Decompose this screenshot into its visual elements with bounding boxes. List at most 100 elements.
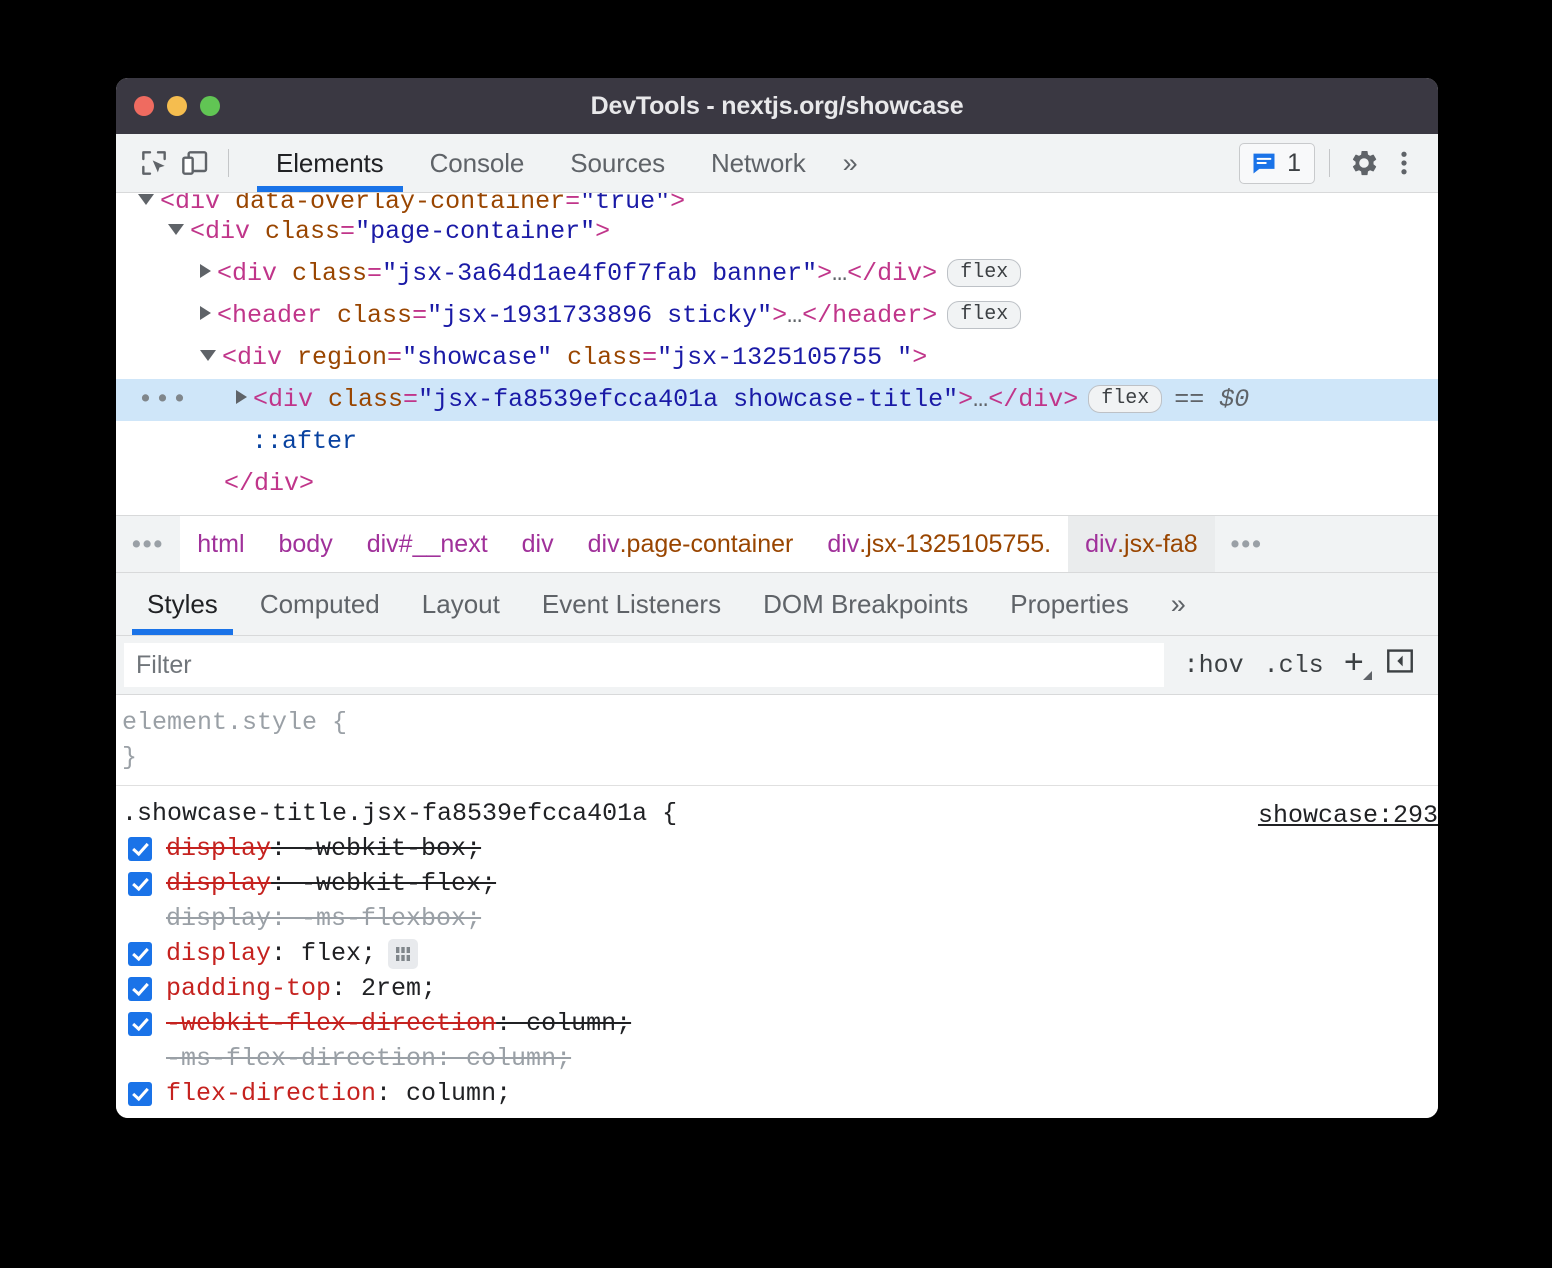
hov-button[interactable]: :hov	[1174, 651, 1254, 680]
gear-icon[interactable]	[1344, 143, 1384, 183]
css-rule-selector[interactable]: .showcase-title.jsx-fa8539efcca401a {	[122, 796, 1438, 831]
flex-badge[interactable]: flex	[947, 259, 1021, 287]
breadcrumb-item-0[interactable]: html	[180, 516, 261, 572]
stylesheet-source-link[interactable]: showcase:293	[1258, 798, 1438, 833]
tab-sources[interactable]: Sources	[547, 134, 688, 192]
css-declaration[interactable]: display: -webkit-box;	[122, 831, 1438, 866]
expand-arrow-right-icon[interactable]	[200, 306, 211, 320]
css-property-value[interactable]: : -ms-flexbox;	[271, 901, 481, 936]
css-rule[interactable]: .showcase-title.jsx-fa8539efcca401a { sh…	[116, 786, 1438, 1118]
three-dot-menu-icon[interactable]	[1384, 143, 1424, 183]
dom-node-row[interactable]: <div data-overlay-container="true">	[116, 193, 1438, 211]
css-declaration[interactable]: flex-direction: column;	[122, 1076, 1438, 1111]
breadcrumb[interactable]: •••htmlbodydiv#__nextdivdiv.page-contain…	[116, 516, 1438, 573]
tab-properties[interactable]: Properties	[989, 573, 1150, 635]
dom-node-row[interactable]: <header class="jsx-1931733896 sticky">…<…	[116, 295, 1438, 337]
css-property-name[interactable]: -webkit-flex-direction	[166, 1006, 496, 1041]
tab-dom-breakpoints[interactable]: DOM Breakpoints	[742, 573, 989, 635]
dom-token-plain: =	[412, 301, 427, 330]
breadcrumb-item-1[interactable]: body	[262, 516, 350, 572]
css-declaration[interactable]: display: -webkit-flex;	[122, 866, 1438, 901]
more-sidebar-tabs-icon[interactable]: »	[1150, 573, 1207, 635]
more-tabs-icon[interactable]: »	[829, 148, 872, 179]
css-property-name[interactable]: -ms-flex-direction	[166, 1041, 436, 1076]
css-property-value[interactable]: : column;	[496, 1006, 631, 1041]
expand-arrow-right-icon[interactable]	[236, 390, 247, 404]
tab-console[interactable]: Console	[407, 134, 548, 192]
breadcrumb-item-2[interactable]: div#__next	[350, 516, 505, 572]
breadcrumb-item-3[interactable]: div	[505, 516, 571, 572]
css-declaration[interactable]: display: flex;	[122, 936, 1438, 971]
declaration-enabled-checkbox[interactable]	[128, 977, 152, 1001]
plus-dropdown-arrow-icon	[1363, 671, 1372, 680]
dom-node-row[interactable]: ::after	[116, 421, 1438, 463]
css-property-value[interactable]: : column;	[376, 1076, 511, 1111]
dom-node-row[interactable]: </div>	[116, 463, 1438, 505]
element-style-rule[interactable]: element.style { }	[116, 695, 1438, 786]
dom-node-row[interactable]: <div class="page-container">	[116, 211, 1438, 253]
console-messages-button[interactable]: 1	[1239, 143, 1315, 184]
inspect-element-icon[interactable]	[134, 143, 174, 183]
declaration-enabled-checkbox[interactable]	[128, 907, 152, 931]
declaration-enabled-checkbox[interactable]	[128, 942, 152, 966]
breadcrumb-item-5[interactable]: div.jsx-1325105755.	[810, 516, 1068, 572]
breadcrumb-tag: div	[1085, 530, 1117, 559]
declaration-enabled-checkbox[interactable]	[128, 872, 152, 896]
css-property-name[interactable]: display	[166, 866, 271, 901]
dom-node-row[interactable]: <div region="showcase" class="jsx-132510…	[116, 337, 1438, 379]
dom-token-tag: >	[817, 259, 832, 288]
search-input[interactable]	[124, 643, 1164, 687]
css-declaration[interactable]: -ms-flex-direction: column;	[122, 1041, 1438, 1076]
css-declaration[interactable]: display: -ms-flexbox;	[122, 901, 1438, 936]
breadcrumb-item-4[interactable]: div.page-container	[571, 516, 811, 572]
tab-elements[interactable]: Elements	[253, 134, 407, 192]
css-property-value[interactable]: : 2rem;	[331, 971, 436, 1006]
declaration-list: display: -webkit-box;display: -webkit-fl…	[122, 831, 1438, 1111]
breadcrumb-item-6[interactable]: div.jsx-fa8	[1068, 516, 1215, 572]
cls-button[interactable]: .cls	[1254, 651, 1334, 680]
dom-token-val: "showcase"	[402, 343, 552, 372]
css-declaration[interactable]: padding-top: 2rem;	[122, 971, 1438, 1006]
dom-row-actions-icon[interactable]: •••	[138, 379, 189, 421]
css-declaration[interactable]: -webkit-flex-direction: column;	[122, 1006, 1438, 1041]
css-property-name[interactable]: display	[166, 901, 271, 936]
tab-styles[interactable]: Styles	[126, 573, 239, 635]
dom-token-plain: =	[367, 259, 382, 288]
dom-token-attr: class	[328, 385, 403, 414]
dom-tree[interactable]: <div data-overlay-container="true"><div …	[116, 193, 1438, 516]
expand-arrow-right-icon[interactable]	[200, 264, 211, 278]
new-style-rule-button[interactable]: +	[1334, 646, 1374, 684]
dom-node-row-selected[interactable]: •••<div class="jsx-fa8539efcca401a showc…	[116, 379, 1438, 421]
device-toolbar-icon[interactable]	[174, 143, 214, 183]
expand-arrow-down-icon[interactable]	[138, 194, 154, 205]
flex-badge[interactable]: flex	[1088, 385, 1162, 413]
declaration-enabled-checkbox[interactable]	[128, 1047, 152, 1071]
declaration-enabled-checkbox[interactable]	[128, 1012, 152, 1036]
styles-pane: element.style { } .showcase-title.jsx-fa…	[116, 695, 1438, 1118]
css-property-value[interactable]: : -webkit-box;	[271, 831, 481, 866]
expand-arrow-down-icon[interactable]	[200, 350, 216, 361]
dom-node-row[interactable]: <div class="jsx-3a64d1ae4f0f7fab banner"…	[116, 253, 1438, 295]
css-property-value[interactable]: : flex;	[271, 936, 376, 971]
sidebar-tabs[interactable]: StylesComputedLayoutEvent ListenersDOM B…	[116, 573, 1438, 636]
flex-badge[interactable]: flex	[947, 301, 1021, 329]
css-property-value[interactable]: : column;	[436, 1041, 571, 1076]
toggle-sidebar-icon[interactable]	[1374, 645, 1426, 685]
tab-computed[interactable]: Computed	[239, 573, 401, 635]
declaration-enabled-checkbox[interactable]	[128, 837, 152, 861]
declaration-enabled-checkbox[interactable]	[128, 1082, 152, 1106]
breadcrumb-overflow-left[interactable]: •••	[116, 530, 180, 559]
expand-arrow-down-icon[interactable]	[168, 224, 184, 235]
css-property-name[interactable]: display	[166, 936, 271, 971]
css-property-name[interactable]: flex-direction	[166, 1076, 376, 1111]
css-property-name[interactable]: padding-top	[166, 971, 331, 1006]
tab-layout[interactable]: Layout	[401, 573, 521, 635]
flexbox-editor-icon[interactable]	[388, 939, 418, 969]
css-property-name[interactable]: display	[166, 831, 271, 866]
breadcrumb-overflow-right[interactable]: •••	[1215, 530, 1279, 559]
css-property-value[interactable]: : -webkit-flex;	[271, 866, 496, 901]
tab-network[interactable]: Network	[688, 134, 829, 192]
window-title: DevTools - nextjs.org/showcase	[116, 92, 1438, 121]
tab-event-listeners[interactable]: Event Listeners	[521, 573, 742, 635]
dom-token-ell: …	[973, 385, 988, 414]
